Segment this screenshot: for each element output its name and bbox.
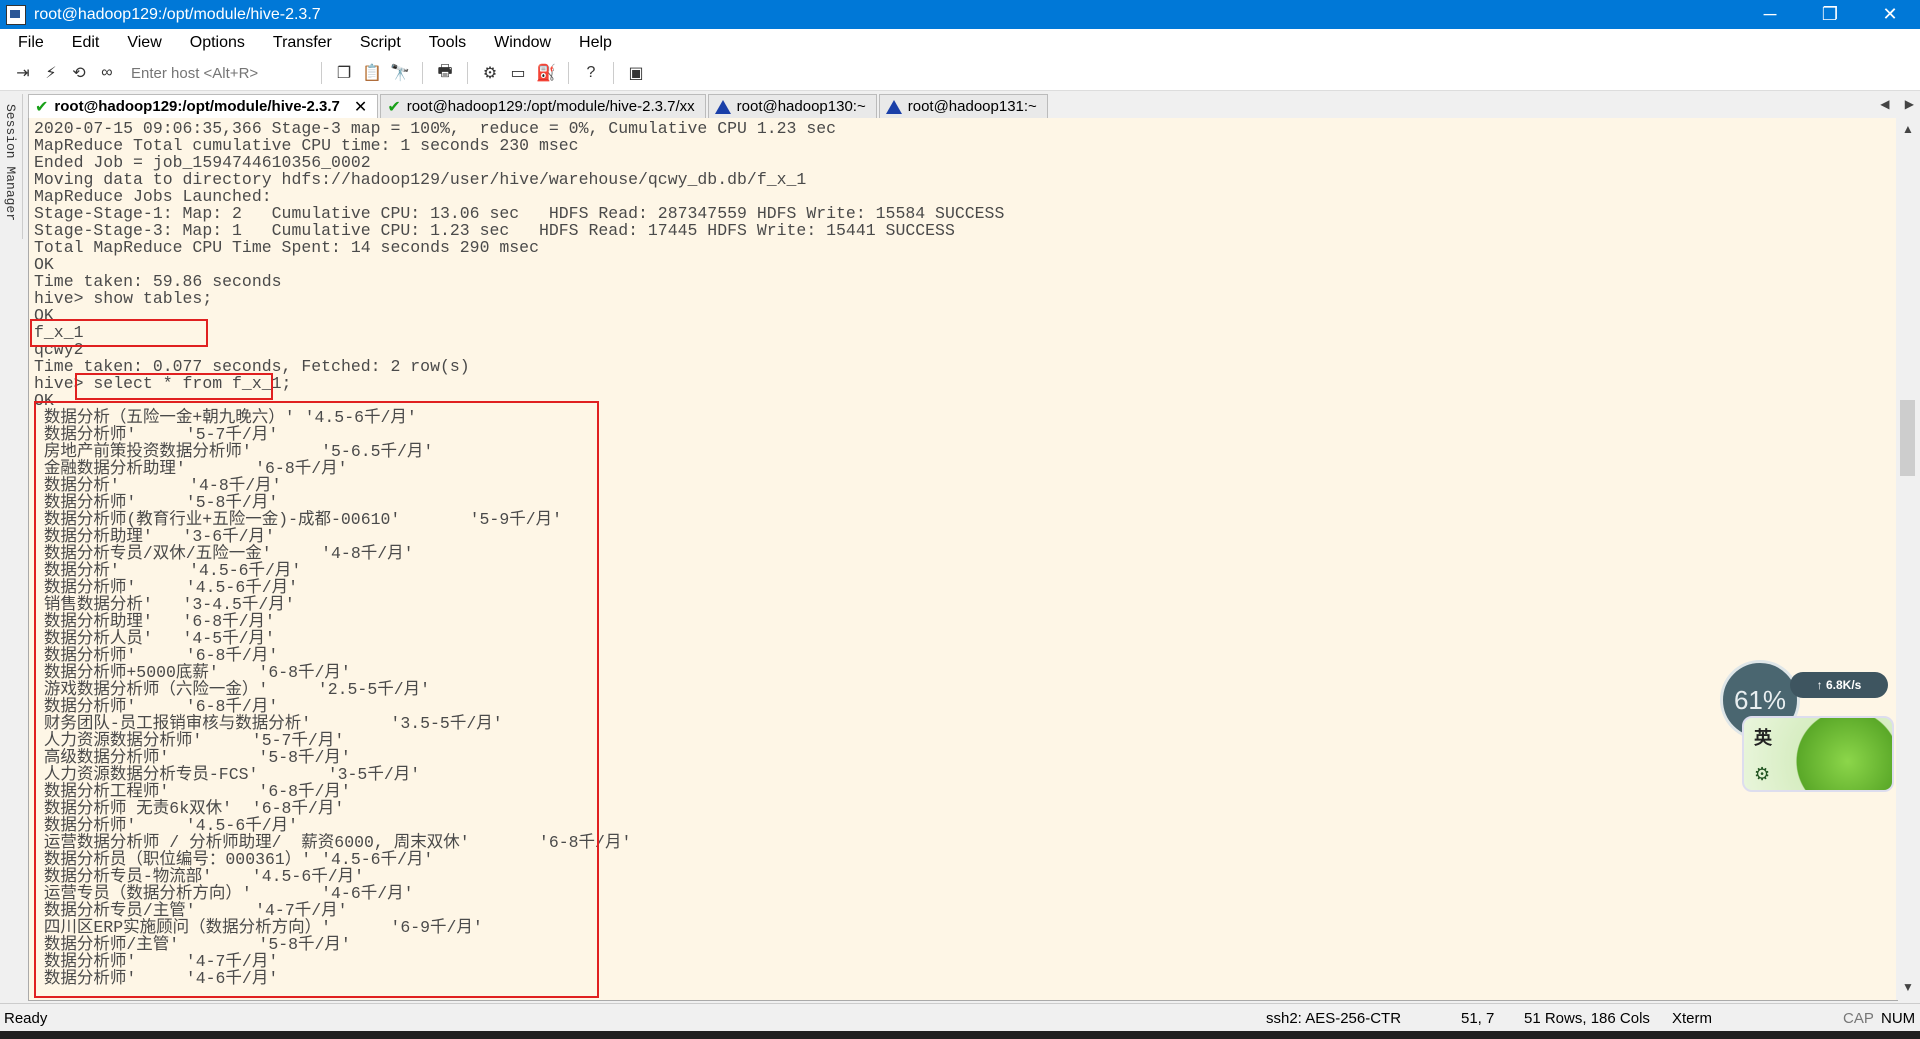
- restore-button[interactable]: ❐: [1800, 0, 1860, 29]
- help-icon[interactable]: ?: [580, 62, 602, 84]
- connected-check-icon: ✔: [35, 98, 49, 116]
- link-icon[interactable]: ∞: [96, 62, 118, 84]
- title-bar: root@hadoop129:/opt/module/hive-2.3.7 ─ …: [0, 0, 1920, 29]
- terminal-area[interactable]: 2020-07-15 09:06:35,366 Stage-3 map = 10…: [28, 118, 1898, 1001]
- sftp-icon[interactable]: ⛽: [535, 62, 557, 84]
- status-emulation: Xterm: [1672, 1010, 1713, 1027]
- tab-hadoop131[interactable]: root@hadoop131:~: [878, 94, 1048, 118]
- menu-options[interactable]: Options: [172, 34, 255, 52]
- menu-bar: File Edit View Options Transfer Script T…: [0, 29, 1920, 56]
- menu-file[interactable]: File: [0, 34, 54, 52]
- copy-icon[interactable]: ❐: [333, 62, 355, 84]
- menu-transfer[interactable]: Transfer: [255, 34, 342, 52]
- terminal-line: MapReduce Total cumulative CPU time: 1 s…: [34, 136, 579, 155]
- ime-language-label: 英: [1754, 728, 1772, 748]
- settings-icon[interactable]: ⚙: [479, 62, 501, 84]
- ime-settings-icon[interactable]: ⚙: [1754, 764, 1770, 785]
- tab-scroll-controls: ◀ ▶: [1868, 97, 1914, 111]
- terminal-line: Stage-Stage-1: Map: 2 Cumulative CPU: 13…: [34, 204, 1005, 223]
- session-manager-panel[interactable]: Session Manager: [0, 94, 23, 239]
- tab-scroll-left-icon[interactable]: ◀: [1880, 97, 1889, 111]
- terminal-line: Ended Job = job_1594744610356_0002: [34, 153, 371, 172]
- tab-label: root@hadoop131:~: [907, 98, 1037, 115]
- highlight-box-select-query: [75, 373, 273, 400]
- tab-scroll-right-icon[interactable]: ▶: [1905, 97, 1914, 111]
- tab-label: root@hadoop130:~: [736, 98, 866, 115]
- close-button[interactable]: ✕: [1860, 0, 1920, 29]
- tab-hadoop129-hive[interactable]: ✔ root@hadoop129:/opt/module/hive-2.3.7 …: [28, 94, 379, 118]
- menu-view[interactable]: View: [109, 34, 171, 52]
- terminal-line: Total MapReduce CPU Time Spent: 14 secon…: [34, 238, 539, 257]
- warning-icon: [885, 99, 902, 114]
- close-tab-icon[interactable]: ✕: [354, 97, 367, 117]
- terminal-line: MapReduce Jobs Launched:: [34, 187, 272, 206]
- keymap-icon[interactable]: ▭: [507, 62, 529, 84]
- window-controls: ─ ❐ ✕: [1740, 0, 1920, 29]
- toolbar: ⇥ ⚡ ⟲ ∞ ❐ 📋 🔭 🖶 ⚙ ▭ ⛽ ? ▣: [0, 56, 1920, 91]
- quick-connect-icon[interactable]: ⚡: [40, 62, 62, 84]
- warning-icon: [714, 99, 731, 114]
- host-input[interactable]: [129, 62, 303, 84]
- terminal-line: OK: [34, 255, 54, 274]
- screen-icon[interactable]: ▣: [625, 62, 647, 84]
- print-icon[interactable]: 🖶: [434, 62, 456, 84]
- menu-help[interactable]: Help: [561, 34, 622, 52]
- toolbar-separator: [613, 62, 614, 84]
- status-cursor-position: 51, 7: [1461, 1010, 1495, 1027]
- app-icon: [6, 4, 26, 25]
- tab-label: root@hadoop129:/opt/module/hive-2.3.7: [54, 98, 340, 115]
- tab-label: root@hadoop129:/opt/module/hive-2.3.7/xx: [406, 98, 695, 115]
- terminal-line: Moving data to directory hdfs://hadoop12…: [34, 170, 807, 189]
- network-speed: ↑ 6.8K/s: [1790, 672, 1888, 698]
- toolbar-separator: [422, 62, 423, 84]
- status-terminal-size: 51 Rows, 186 Cols: [1524, 1010, 1650, 1027]
- toolbar-separator: [321, 62, 322, 84]
- connect-icon[interactable]: ⇥: [12, 62, 34, 84]
- taskbar-edge: [0, 1031, 1920, 1039]
- session-manager-label: Session Manager: [3, 104, 18, 222]
- find-icon[interactable]: 🔭: [389, 62, 411, 84]
- menu-tools[interactable]: Tools: [411, 34, 476, 52]
- paste-icon[interactable]: 📋: [361, 62, 383, 84]
- toolbar-separator: [467, 62, 468, 84]
- scroll-up-icon[interactable]: ▲: [1896, 122, 1920, 140]
- status-ready: Ready: [4, 1010, 48, 1027]
- status-bar: Ready ssh2: AES-256-CTR 51, 7 51 Rows, 1…: [0, 1003, 1920, 1032]
- menu-window[interactable]: Window: [476, 34, 561, 52]
- toolbar-separator: [568, 62, 569, 84]
- terminal-line: hive> show tables;: [34, 289, 213, 308]
- status-num-lock: NUM: [1881, 1010, 1916, 1027]
- minimize-button[interactable]: ─: [1740, 0, 1800, 29]
- menu-edit[interactable]: Edit: [54, 34, 110, 52]
- terminal-line: 2020-07-15 09:06:35,366 Stage-3 map = 10…: [34, 119, 837, 138]
- scroll-down-icon[interactable]: ▼: [1896, 980, 1920, 998]
- system-monitor-widget[interactable]: 61% ↑ 6.8K/s 英 ⚙: [1720, 660, 1894, 792]
- tab-hadoop129-hive-xx[interactable]: ✔ root@hadoop129:/opt/module/hive-2.3.7/…: [380, 94, 706, 118]
- ime-indicator[interactable]: 英 ⚙: [1742, 716, 1894, 792]
- status-encryption: ssh2: AES-256-CTR: [1266, 1010, 1402, 1027]
- window-title: root@hadoop129:/opt/module/hive-2.3.7: [34, 5, 321, 23]
- highlight-box-table-name: [30, 319, 208, 347]
- connected-check-icon: ✔: [387, 98, 401, 116]
- highlight-box-query-results: [34, 401, 599, 998]
- scrollbar-thumb[interactable]: [1900, 400, 1915, 476]
- menu-script[interactable]: Script: [342, 34, 411, 52]
- status-caps-lock: CAP: [1843, 1010, 1874, 1027]
- terminal-line: Stage-Stage-3: Map: 1 Cumulative CPU: 1.…: [34, 221, 955, 240]
- terminal-scrollbar[interactable]: ▲ ▼: [1896, 118, 1920, 1000]
- tab-hadoop130[interactable]: root@hadoop130:~: [707, 94, 877, 118]
- tab-bar: ✔ root@hadoop129:/opt/module/hive-2.3.7 …: [28, 93, 1920, 118]
- reconnect-icon[interactable]: ⟲: [68, 62, 90, 84]
- terminal-line: Time taken: 59.86 seconds: [34, 272, 282, 291]
